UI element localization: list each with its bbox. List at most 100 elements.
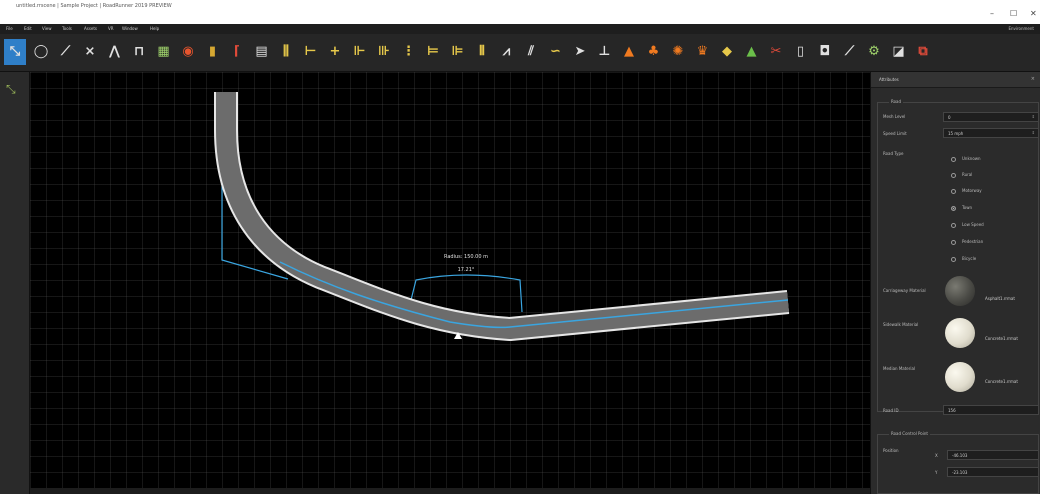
speed-limit-field[interactable]: 15 mph ⇕ — [943, 128, 1039, 138]
road-plan-mode-icon[interactable]: ⤡ — [6, 82, 24, 98]
road-surface[interactable] — [216, 92, 789, 339]
position-x-value: -46.103 — [952, 453, 968, 458]
road-type-option[interactable]: Rural — [951, 172, 972, 178]
menu-vr[interactable]: VR — [108, 26, 114, 31]
maximize-button[interactable]: ☐ — [1010, 9, 1017, 18]
layers-tool-icon[interactable]: ◪ — [890, 43, 908, 61]
menu-bar: File Edit View Tools Assets VR Window He… — [0, 24, 1040, 34]
spinner-icon: ⇕ — [1031, 114, 1035, 119]
circle-tool-icon[interactable]: ◯ — [32, 43, 50, 61]
bridge-tool-icon[interactable]: ⋀ — [106, 43, 124, 61]
road-type-option[interactable]: Motorway — [951, 188, 982, 194]
minimize-button[interactable]: – — [990, 9, 994, 18]
lane-width-tool-icon[interactable]: ⊢ — [302, 43, 320, 61]
lane-add-tool-icon[interactable]: + — [326, 43, 344, 61]
mesh-level-field[interactable]: 0 ⇕ — [943, 112, 1039, 122]
corner-tool-icon[interactable]: ⩘ — [498, 43, 516, 61]
road-group-label: Road — [889, 99, 904, 104]
radio-icon — [951, 222, 956, 228]
position-x-field[interactable]: -46.103 — [947, 450, 1039, 460]
radio-icon — [951, 256, 956, 262]
road-tool-icon[interactable]: ⟋ — [57, 43, 75, 61]
span-tool-icon[interactable]: ⊓ — [130, 43, 148, 61]
median-material-name: Concrete1.rrmat — [985, 379, 1018, 384]
export-tool-icon[interactable]: ⧉ — [914, 43, 932, 61]
position-y-value: -23.103 — [952, 470, 968, 475]
left-tool-strip: ⤡ — [0, 72, 30, 494]
sign-tool-icon[interactable]: ⌈ — [228, 43, 246, 61]
road-control-point-group — [877, 434, 1039, 494]
surface-tool-icon[interactable]: ▦ — [155, 43, 173, 61]
terrain-tool-icon[interactable]: ▲ — [743, 43, 761, 61]
cut-tool-icon[interactable]: ✂ — [767, 43, 785, 61]
menu-file[interactable]: File — [6, 26, 13, 31]
road-type-option-selected[interactable]: Town — [951, 205, 972, 211]
menu-tools[interactable]: Tools — [62, 26, 72, 31]
menu-help[interactable]: Help — [150, 26, 159, 31]
camera-tool-icon[interactable]: ◘ — [816, 43, 834, 61]
fence-tool-icon[interactable]: ♛ — [694, 43, 712, 61]
radius-label: Radius: 150.00 m — [444, 254, 488, 260]
measure-tool-icon[interactable]: ▯ — [792, 43, 810, 61]
signal-tool-icon[interactable]: ▮ — [204, 43, 222, 61]
carriageway-material-label: Carriageway Material — [883, 288, 926, 293]
position-y-axis-label: Y — [935, 470, 938, 475]
radio-icon — [951, 172, 956, 178]
lane-carve-tool-icon[interactable]: ⊪ — [375, 43, 393, 61]
road-type-option[interactable]: Pedestrian — [951, 239, 983, 245]
road-edge[interactable] — [214, 92, 790, 341]
lane-split-tool-icon[interactable]: ⊨ — [424, 43, 442, 61]
carriageway-material-name: Asphalt1.rrmat — [985, 296, 1015, 301]
mesh-level-label: Mesh Level — [883, 114, 906, 119]
marking-tool-icon[interactable]: ◉ — [179, 43, 197, 61]
viewport-status-strip — [30, 488, 872, 494]
lane-merge-tool-icon[interactable]: ⊫ — [449, 43, 467, 61]
junction-tool-icon[interactable]: ⨯ — [81, 43, 99, 61]
scatter-tool-icon[interactable]: ✺ — [669, 43, 687, 61]
road-type-option[interactable]: Bicycle — [951, 256, 976, 262]
lane-tool-icon[interactable]: ⫼ — [277, 43, 295, 61]
scene-viewport[interactable]: Radius: 150.00 m 17.21° — [30, 72, 870, 488]
menu-assets[interactable]: Assets — [84, 26, 97, 31]
environment-selector[interactable]: Environment — [1008, 26, 1034, 31]
menu-view[interactable]: View — [42, 26, 52, 31]
lane-attr-tool-icon[interactable]: ⫴ — [473, 43, 491, 61]
road-type-option[interactable]: Unknown — [951, 156, 981, 162]
angle-label: 17.21° — [458, 267, 475, 273]
median-material-swatch[interactable] — [945, 362, 975, 392]
radio-icon — [951, 156, 956, 162]
spinner-icon: ⇕ — [1031, 130, 1035, 135]
road-type-option[interactable]: Low Speed — [951, 222, 984, 228]
menu-window[interactable]: Window — [122, 26, 138, 31]
sidewalk-material-name: Concrete1.rrmat — [985, 336, 1018, 341]
lane-marking-tool-icon[interactable]: ⋮ — [400, 43, 418, 61]
close-button[interactable]: ✕ — [1030, 9, 1037, 18]
radio-selected-icon — [951, 205, 956, 211]
vegetation-tool-icon[interactable]: ♣ — [645, 43, 663, 61]
road-scene: Radius: 150.00 m 17.21° — [214, 92, 790, 341]
median-material-label: Median Material — [883, 366, 916, 371]
position-x-axis-label: X — [935, 453, 938, 458]
cone-tool-icon[interactable]: ▲ — [620, 43, 638, 61]
attributes-header: Attributes × — [871, 72, 1040, 88]
curve-tool-icon[interactable]: ∽ — [547, 43, 565, 61]
lane-form-tool-icon[interactable]: ⊩ — [351, 43, 369, 61]
road-plan-tool-icon[interactable]: ⤡ — [4, 39, 26, 65]
position-label: Position — [883, 448, 899, 453]
attributes-title: Attributes — [879, 77, 899, 82]
prop-tool-icon[interactable]: ▤ — [253, 43, 271, 61]
crosswalk-tool-icon[interactable]: ⫽ — [522, 43, 540, 61]
warning-sign-tool-icon[interactable]: ◆ — [718, 43, 736, 61]
world-settings-tool-icon[interactable]: ⚙ — [865, 43, 883, 61]
position-y-field[interactable]: -23.103 — [947, 467, 1039, 477]
crossing-tool-icon[interactable]: ⊥ — [596, 43, 614, 61]
arrow-tool-icon[interactable]: ➤ — [571, 43, 589, 61]
attributes-panel: Attributes × Road Mesh Level 0 ⇕ Speed L… — [870, 72, 1040, 494]
sidewalk-material-swatch[interactable] — [945, 318, 975, 348]
window-title: untitled.rrscene | Sample Project | Road… — [16, 3, 172, 9]
menu-edit[interactable]: Edit — [24, 26, 32, 31]
elevation-tool-icon[interactable]: ⟋ — [841, 43, 859, 61]
attributes-close-button[interactable]: × — [1031, 76, 1035, 82]
carriageway-material-swatch[interactable] — [945, 276, 975, 306]
road-id-label: Road ID — [883, 408, 899, 413]
